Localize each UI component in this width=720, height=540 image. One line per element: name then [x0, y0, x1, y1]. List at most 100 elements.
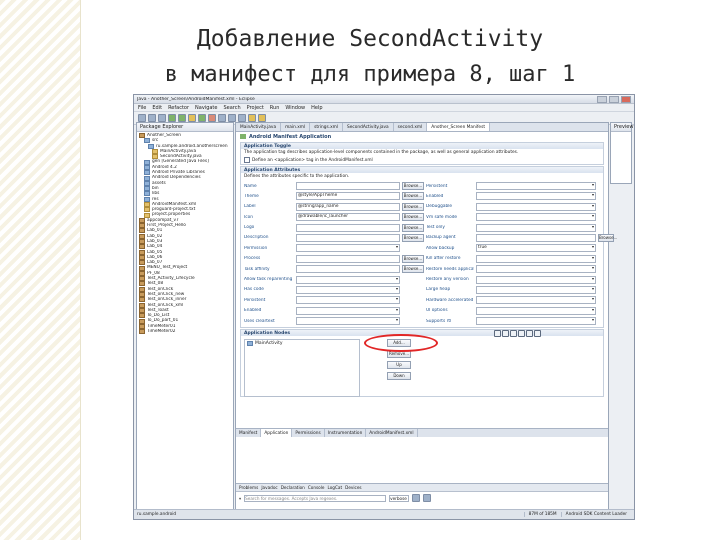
- attribute-field[interactable]: [476, 233, 596, 242]
- debug-icon[interactable]: [188, 114, 196, 122]
- attribute-label[interactable]: UI options: [426, 308, 474, 313]
- attribute-label[interactable]: Large heap: [426, 287, 474, 292]
- back-icon[interactable]: [248, 114, 256, 122]
- attribute-field[interactable]: [296, 182, 400, 190]
- tree-item[interactable]: TimeMeter02: [139, 329, 231, 335]
- save-icon[interactable]: [148, 114, 156, 122]
- page-tab[interactable]: Instrumentation: [325, 429, 367, 437]
- browse-button[interactable]: Browse...: [402, 192, 424, 201]
- up-button[interactable]: Up: [387, 361, 411, 370]
- attribute-label[interactable]: Icon: [244, 215, 294, 220]
- attribute-field[interactable]: [476, 192, 596, 201]
- attribute-field[interactable]: [476, 213, 596, 222]
- editor-tab[interactable]: Another_Screen Manifest: [427, 123, 490, 131]
- save-log-icon[interactable]: [412, 494, 421, 502]
- maximize-icon[interactable]: [609, 95, 619, 103]
- attribute-field[interactable]: [476, 182, 596, 190]
- attribute-field[interactable]: [296, 233, 400, 242]
- browse-button[interactable]: Browse...: [402, 213, 424, 222]
- menu-item-navigate[interactable]: Navigate: [195, 105, 217, 111]
- browse-button[interactable]: Browse...: [402, 233, 424, 242]
- attribute-field[interactable]: true: [476, 244, 596, 253]
- attribute-field[interactable]: [476, 254, 596, 263]
- attribute-field[interactable]: [296, 317, 400, 326]
- console-tab[interactable]: Console: [308, 485, 325, 490]
- down-icon[interactable]: [526, 330, 533, 338]
- browse-button[interactable]: Browse...: [402, 254, 424, 263]
- attribute-label[interactable]: Description: [244, 235, 294, 240]
- editor-tab[interactable]: MainActivity.java: [236, 123, 282, 131]
- console-tab[interactable]: Javadoc: [261, 485, 277, 490]
- android-sdk-icon[interactable]: [168, 114, 176, 122]
- filter-icon[interactable]: [510, 330, 517, 338]
- menu-item-help[interactable]: Help: [311, 105, 322, 111]
- menu-item-project[interactable]: Project: [247, 105, 264, 111]
- attribute-field[interactable]: [476, 296, 596, 305]
- attribute-label[interactable]: Label: [244, 204, 294, 209]
- sort-icon[interactable]: [494, 330, 501, 338]
- console-tab[interactable]: LogCat: [327, 485, 342, 490]
- menu-item-refactor[interactable]: Refactor: [168, 105, 189, 111]
- page-tab[interactable]: Permissions: [292, 429, 325, 437]
- attribute-field[interactable]: [476, 275, 596, 284]
- browse-button[interactable]: Browse...: [402, 223, 424, 232]
- logcat-search-input[interactable]: Search for messages. Accepts Java regexe…: [244, 494, 387, 502]
- attribute-label[interactable]: Allow backup: [426, 246, 474, 251]
- attribute-field[interactable]: [296, 254, 400, 263]
- attribute-label[interactable]: Logo: [244, 225, 294, 230]
- attribute-field[interactable]: [296, 244, 400, 253]
- close-icon[interactable]: [621, 95, 631, 103]
- attribute-field[interactable]: [296, 296, 400, 305]
- attribute-label[interactable]: Restore any version: [426, 277, 474, 282]
- attribute-field[interactable]: [296, 306, 400, 315]
- attribute-label[interactable]: Process: [244, 256, 294, 261]
- application-tag-checkbox[interactable]: [244, 157, 250, 163]
- attribute-field[interactable]: [476, 317, 596, 326]
- tab-package-explorer[interactable]: Package Explorer: [137, 123, 233, 132]
- outline-tab[interactable]: Preview: [614, 124, 633, 130]
- attribute-field[interactable]: [476, 285, 596, 294]
- editor-tab[interactable]: main.xml: [281, 123, 311, 131]
- attribute-label[interactable]: Restore needs application: [426, 267, 474, 272]
- avd-manager-icon[interactable]: [178, 114, 186, 122]
- node-item[interactable]: MainActivity: [247, 341, 357, 347]
- attribute-label[interactable]: Name: [244, 184, 294, 189]
- attribute-label[interactable]: Backup agent: [426, 235, 474, 240]
- down-button[interactable]: Down: [387, 372, 411, 381]
- page-tab[interactable]: Manifest: [236, 429, 262, 437]
- page-tab[interactable]: Application: [261, 429, 293, 437]
- attribute-label[interactable]: Persistent: [426, 184, 474, 189]
- attribute-label[interactable]: Permission: [244, 246, 294, 251]
- attribute-field[interactable]: [476, 306, 596, 315]
- attribute-label[interactable]: Enabled: [244, 308, 294, 313]
- menu-item-file[interactable]: File: [138, 105, 146, 111]
- attribute-label[interactable]: Enabled: [426, 194, 474, 199]
- open-type-icon[interactable]: [228, 114, 236, 122]
- console-tab[interactable]: Devices: [345, 485, 362, 490]
- attribute-field[interactable]: [296, 265, 400, 274]
- status-memory[interactable]: 87M of 185M: [523, 512, 561, 517]
- log-level-select[interactable]: verbose: [389, 494, 410, 502]
- attribute-field[interactable]: [296, 223, 400, 232]
- attribute-label[interactable]: Vm safe mode: [426, 215, 474, 220]
- console-tab[interactable]: Problems: [239, 485, 258, 490]
- attribute-field[interactable]: [296, 285, 400, 294]
- attribute-label[interactable]: Task affinity: [244, 267, 294, 272]
- attribute-label[interactable]: Allow task reparenting: [244, 277, 294, 282]
- attribute-label[interactable]: Test only: [426, 225, 474, 230]
- attribute-field[interactable]: [476, 223, 596, 232]
- attribute-label[interactable]: Has code: [244, 287, 294, 292]
- attribute-label[interactable]: Supports rtl: [426, 319, 474, 324]
- attribute-label[interactable]: Kill after restore: [426, 256, 474, 261]
- attribute-label[interactable]: Uses cleartext: [244, 319, 294, 324]
- minimize-icon[interactable]: [597, 95, 607, 103]
- expand-icon[interactable]: [502, 330, 509, 338]
- menu-item-search[interactable]: Search: [223, 105, 240, 111]
- external-tools-icon[interactable]: [208, 114, 216, 122]
- attribute-label[interactable]: Persistent: [244, 298, 294, 303]
- attribute-field[interactable]: @drawable/ic_launcher: [296, 213, 400, 222]
- attribute-field[interactable]: [476, 202, 596, 211]
- alpha-sort-icon[interactable]: [534, 330, 541, 338]
- print-icon[interactable]: [158, 114, 166, 122]
- attribute-field[interactable]: @style/AppTheme: [296, 192, 400, 201]
